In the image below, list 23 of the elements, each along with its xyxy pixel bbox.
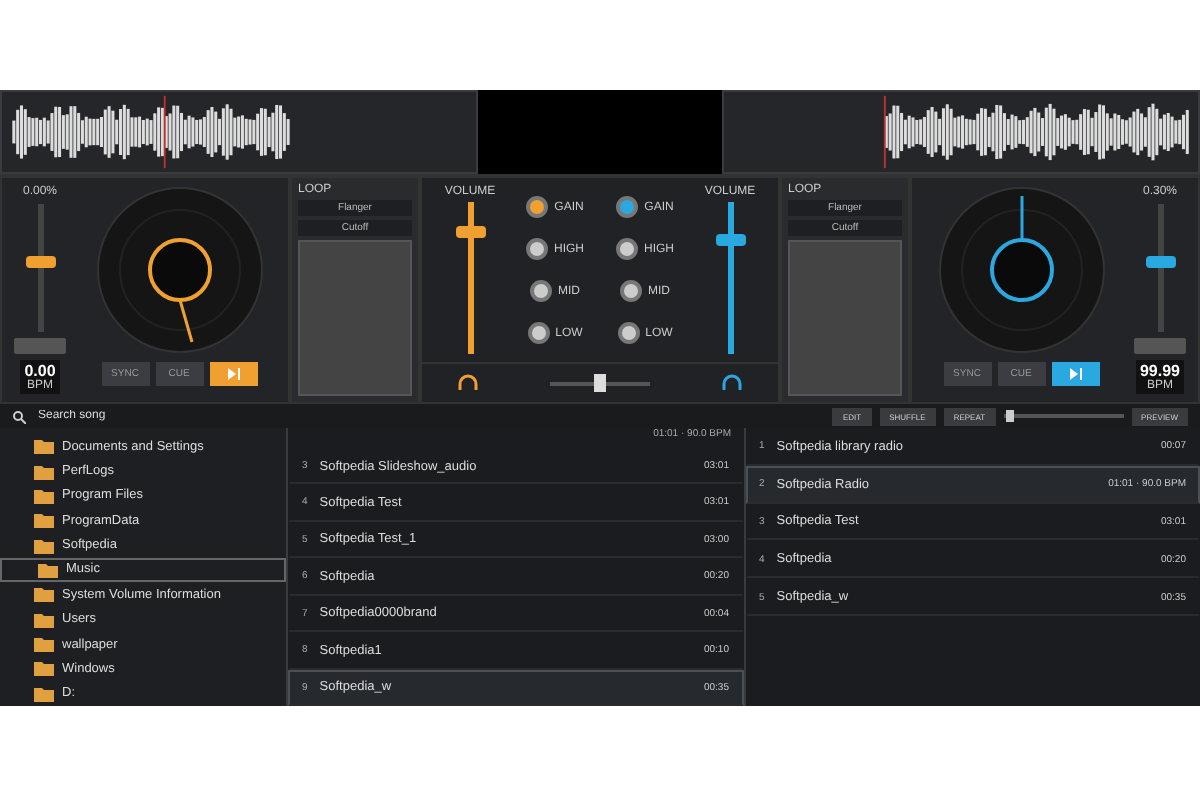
turntable-icon[interactable] [95, 186, 263, 354]
knob[interactable] [530, 280, 552, 302]
play-icon [227, 368, 239, 380]
volume-slider[interactable] [715, 202, 745, 354]
play-icon [1069, 368, 1081, 380]
knob[interactable] [617, 322, 640, 344]
knob[interactable] [620, 280, 642, 302]
knob[interactable] [616, 196, 639, 218]
knob[interactable] [526, 196, 549, 218]
zoom-slider[interactable] [1003, 410, 1124, 422]
turntable-icon[interactable] [937, 186, 1105, 354]
play-button[interactable] [209, 362, 257, 386]
volume-slider[interactable] [455, 202, 485, 354]
knob[interactable] [526, 238, 548, 260]
headphones-icon[interactable] [458, 373, 478, 393]
search-icon [12, 409, 26, 423]
pitch-slider[interactable] [25, 204, 55, 332]
play-button[interactable] [1051, 362, 1099, 386]
pitch-slider[interactable] [1145, 204, 1175, 332]
knob[interactable] [527, 322, 550, 344]
crossfader[interactable] [550, 374, 650, 392]
headphones-icon[interactable] [722, 373, 742, 393]
knob[interactable] [616, 238, 638, 260]
